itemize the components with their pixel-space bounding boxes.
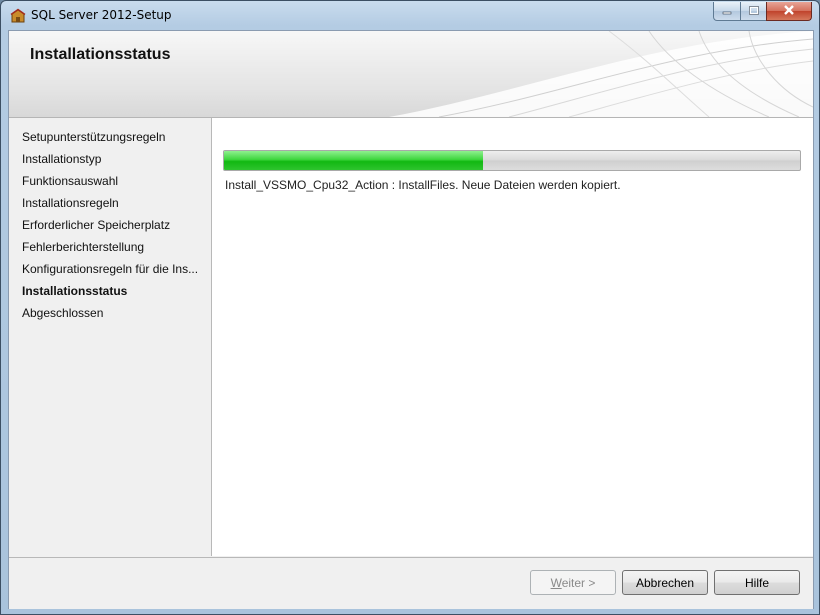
header-banner: Installationsstatus xyxy=(9,31,813,118)
maximize-button[interactable] xyxy=(740,2,767,21)
main-panel: Install_VSSMO_Cpu32_Action : InstallFile… xyxy=(212,118,813,556)
nav-item-disk-space[interactable]: Erforderlicher Speicherplatz xyxy=(22,218,202,232)
next-button-label: Weiter > xyxy=(550,575,596,590)
nav-item-complete[interactable]: Abgeschlossen xyxy=(22,306,202,320)
nav-item-setup-support-rules[interactable]: Setupunterstützungsregeln xyxy=(22,130,202,144)
progress-fill xyxy=(224,151,484,170)
nav-item-installation-type[interactable]: Installationstyp xyxy=(22,152,202,166)
next-button[interactable]: Weiter > xyxy=(530,570,616,595)
nav-item-configuration-rules[interactable]: Konfigurationsregeln für die Ins... xyxy=(22,262,202,276)
close-button[interactable] xyxy=(766,2,812,21)
sql-setup-icon xyxy=(10,8,26,24)
setup-window: SQL Server 2012-Setup Installationsstatu… xyxy=(0,0,820,615)
cancel-button[interactable]: Abbrechen xyxy=(622,570,708,595)
nav-item-installation-status[interactable]: Installationsstatus xyxy=(22,284,202,298)
nav-item-error-reporting[interactable]: Fehlerberichterstellung xyxy=(22,240,202,254)
step-navigation: Setupunterstützungsregeln Installationst… xyxy=(9,118,212,556)
help-button[interactable]: Hilfe xyxy=(714,570,800,595)
button-bar: Weiter > Abbrechen Hilfe xyxy=(9,557,813,609)
window-title: SQL Server 2012-Setup xyxy=(31,8,172,22)
title-bar[interactable]: SQL Server 2012-Setup xyxy=(1,1,819,30)
installation-progress-bar xyxy=(223,150,801,171)
minimize-icon xyxy=(722,4,732,18)
close-icon xyxy=(783,4,795,18)
nav-item-installation-rules[interactable]: Installationsregeln xyxy=(22,196,202,210)
maximize-icon xyxy=(748,4,759,18)
client-area: Installationsstatus Setupunterstützungsr… xyxy=(8,30,814,609)
status-message: Install_VSSMO_Cpu32_Action : InstallFile… xyxy=(225,178,621,192)
nav-item-feature-selection[interactable]: Funktionsauswahl xyxy=(22,174,202,188)
header-decoration xyxy=(389,31,813,117)
minimize-button[interactable] xyxy=(713,2,741,21)
cancel-button-label: Abbrechen xyxy=(635,575,695,590)
help-button-label: Hilfe xyxy=(744,575,769,590)
